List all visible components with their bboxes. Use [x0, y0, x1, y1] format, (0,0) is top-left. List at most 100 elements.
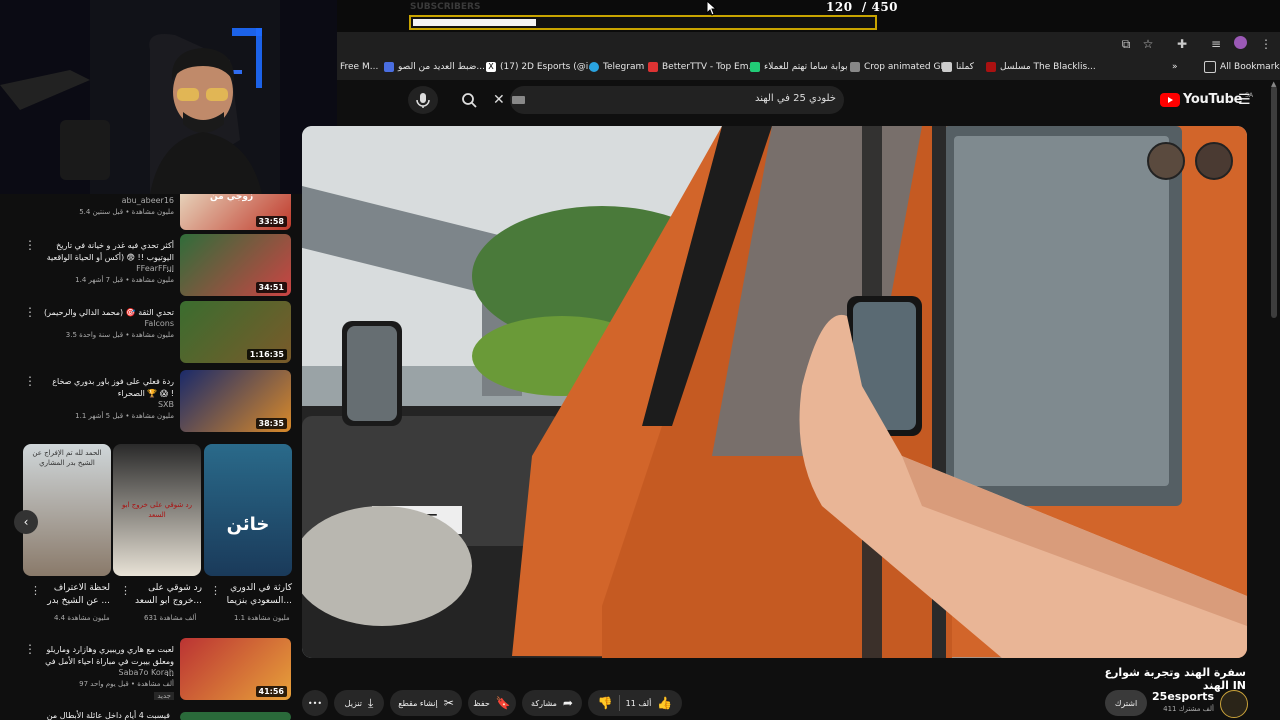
betterttv-icon [648, 62, 658, 72]
mouse-cursor-icon [706, 0, 718, 16]
list-item[interactable]: ⋮ 38:35 ردة فعلي على فوز باور بدوري صخاع… [0, 370, 300, 436]
save-button[interactable]: حفظ 🔖 [468, 690, 516, 716]
hamburger-menu-icon[interactable]: ☰ [1238, 92, 1251, 108]
creator-avatar[interactable] [1195, 142, 1233, 180]
bookmark-telegram[interactable]: Telegram [589, 58, 644, 76]
extensions-icon[interactable]: ✚ [1174, 36, 1190, 52]
video-title[interactable]: ردة فعلي على فوز باور بدوري صخاع الصحراء… [44, 376, 174, 400]
channel-name[interactable]: FFearFFul [136, 264, 174, 273]
bookmark-label: Crop animated GIF [864, 62, 949, 72]
bookmark-betterttv[interactable]: BetterTTV - Top Em... [648, 58, 757, 76]
duration-badge: 1:16:35 [246, 349, 287, 360]
video-thumbnail[interactable]: 1:16:35 [180, 301, 291, 363]
more-actions-button[interactable]: ••• [302, 690, 328, 716]
profile-avatar-icon[interactable] [1232, 36, 1248, 52]
video-meta: 5.4 مليون مشاهدة • قبل سنتين [79, 208, 174, 216]
browser-menu-icon[interactable]: ⋮ [1258, 36, 1274, 52]
keyboard-icon[interactable] [512, 96, 525, 104]
like-icon[interactable]: 👍 [657, 696, 672, 710]
bookmarks-overflow[interactable]: » [1172, 58, 1178, 76]
bookmark-free[interactable]: Free M... [340, 58, 378, 76]
more-options-icon[interactable]: ⋮ [24, 305, 36, 319]
video-player[interactable]: 713F [302, 126, 1247, 658]
chevron-right-icon: » [1172, 62, 1178, 72]
more-options-icon[interactable]: ⋮ [210, 584, 221, 597]
channel-name[interactable]: 25esports [1150, 690, 1214, 703]
share-button[interactable]: مشاركة ➦ [522, 690, 582, 716]
duration-badge: 41:56 [255, 686, 287, 697]
star-icon[interactable]: ☆ [1140, 36, 1156, 52]
bookmark-2d-esports[interactable]: X (17) 2D Esports (@i... [486, 58, 597, 76]
microphone-icon [416, 93, 430, 108]
video-title[interactable]: تحدي الثقة 🎯 (محمد الدالي والرحيمر) [44, 307, 174, 319]
like-dislike-group: 👎 11 ألف 👍 [588, 690, 682, 716]
search-button[interactable] [454, 86, 484, 114]
more-options-icon[interactable]: ⋮ [30, 584, 41, 597]
streamer-webcam [0, 0, 337, 194]
clear-search-icon[interactable]: ✕ [493, 92, 505, 108]
video-thumbnail[interactable]: زوجي من 33:58 [180, 194, 291, 230]
goal-target: / 450 [861, 0, 899, 14]
youtube-play-icon [1160, 92, 1180, 107]
search-query-text: خلودي 25 في الهند [754, 93, 836, 104]
more-options-icon[interactable]: ⋮ [24, 374, 36, 388]
subscriber-goal-fill [413, 19, 536, 26]
voice-search-button[interactable] [408, 86, 438, 114]
carousel-prev-button[interactable]: ‹ [14, 510, 38, 534]
video-thumbnail[interactable]: 38:35 [180, 370, 291, 432]
video-title: سفرة الهند وتجربة شوارع الهند IN [1104, 666, 1246, 692]
short-thumbnail[interactable]: خائن [204, 444, 292, 576]
bookmark-label: مسلسل The Blacklis... [1000, 62, 1096, 72]
bookmark-sama[interactable]: بوابة ساما تهتم للعملاء [750, 58, 848, 76]
bookmark-sound[interactable]: ضبط العديد من الصو... [384, 58, 485, 76]
share-label: مشاركة [531, 698, 557, 708]
list-item[interactable]: ⋮ 34:51 أكثر تحدي فيه غدر و خيانة في تار… [0, 234, 300, 300]
chevron-left-icon: ‹ [23, 515, 29, 529]
video-thumbnail[interactable] [180, 712, 291, 720]
all-bookmarks[interactable]: All Bookmarks [1204, 58, 1280, 76]
cast-icon[interactable]: ⧉ [1118, 36, 1134, 52]
subscribe-button[interactable]: اشترك [1105, 690, 1147, 716]
channel-name[interactable]: abu_abeer16 [122, 196, 174, 205]
bookmark-label: Telegram [603, 62, 645, 72]
gif-icon [850, 62, 860, 72]
subscriber-count: 411 ألف مشترك [1163, 705, 1214, 713]
webcam-image [0, 0, 337, 194]
short-thumbnail[interactable]: رد شوقي على خروج ابو السعد [113, 444, 201, 576]
channel-name[interactable]: SXB [158, 400, 174, 409]
video-title[interactable]: فيسبت 4 أيام داخل عائلة الأبطال من 1 ... [40, 711, 170, 720]
bookmark-label: Free M... [340, 62, 379, 72]
list-item[interactable]: ⋮ 1:16:35 تحدي الثقة 🎯 (محمد الدالي والر… [0, 301, 300, 367]
short-title[interactable]: كارثة في الدوري السعودي بنزيما... [222, 582, 292, 608]
scroll-up-icon[interactable]: ▲ [1271, 80, 1276, 88]
short-caption: خائن [226, 514, 270, 535]
media-control-icon[interactable]: ≡ [1208, 36, 1224, 52]
more-options-icon[interactable]: ⋮ [24, 642, 36, 656]
clip-button[interactable]: إنشاء مقطع ✂ [390, 690, 462, 716]
more-options-icon[interactable]: ⋮ [120, 584, 131, 597]
video-thumbnail[interactable]: 34:51 [180, 234, 291, 296]
bookmark-crop-gif[interactable]: Crop animated GIF [850, 58, 948, 76]
search-icon [462, 93, 477, 108]
video-thumbnail[interactable]: 41:56 [180, 638, 291, 700]
bookmark-blacklist[interactable]: مسلسل The Blacklis... [986, 58, 1096, 76]
creator-avatar[interactable] [1147, 142, 1185, 180]
video-meta: 3.5 مليون مشاهدة • قبل سنة واحدة [65, 331, 174, 339]
dislike-icon[interactable]: 👎 [598, 696, 613, 710]
short-title[interactable]: لحظة الاعتراف عن الشيخ بدر ... [40, 582, 110, 608]
list-item[interactable]: ⋮ 41:56 لعبت مع هاري وريبيري وهازارد وما… [0, 638, 300, 704]
bookmark-kamelna[interactable]: كملنا [942, 58, 974, 76]
channel-avatar[interactable] [1220, 690, 1248, 718]
more-options-icon[interactable]: ⋮ [24, 238, 36, 252]
download-label: تنزيل [344, 698, 363, 708]
page-scrollbar[interactable] [1271, 86, 1277, 318]
duration-badge: 34:51 [255, 282, 287, 293]
video-meta: 1.1 مليون مشاهدة • قبل 5 أشهر [75, 412, 174, 420]
short-title[interactable]: رد شوقي على خروج ابو السعد... [132, 582, 202, 608]
channel-name[interactable]: Saba7o Korah [119, 668, 175, 677]
download-button[interactable]: تنزيل ⤓ [334, 690, 384, 716]
short-thumbnail[interactable]: الحمد لله تم الإفراج عن الشيخ بدر المشار… [23, 444, 111, 576]
series-icon [986, 62, 996, 72]
channel-name[interactable]: Falcons [144, 319, 174, 328]
bookmark-label: ضبط العديد من الصو... [398, 62, 485, 72]
